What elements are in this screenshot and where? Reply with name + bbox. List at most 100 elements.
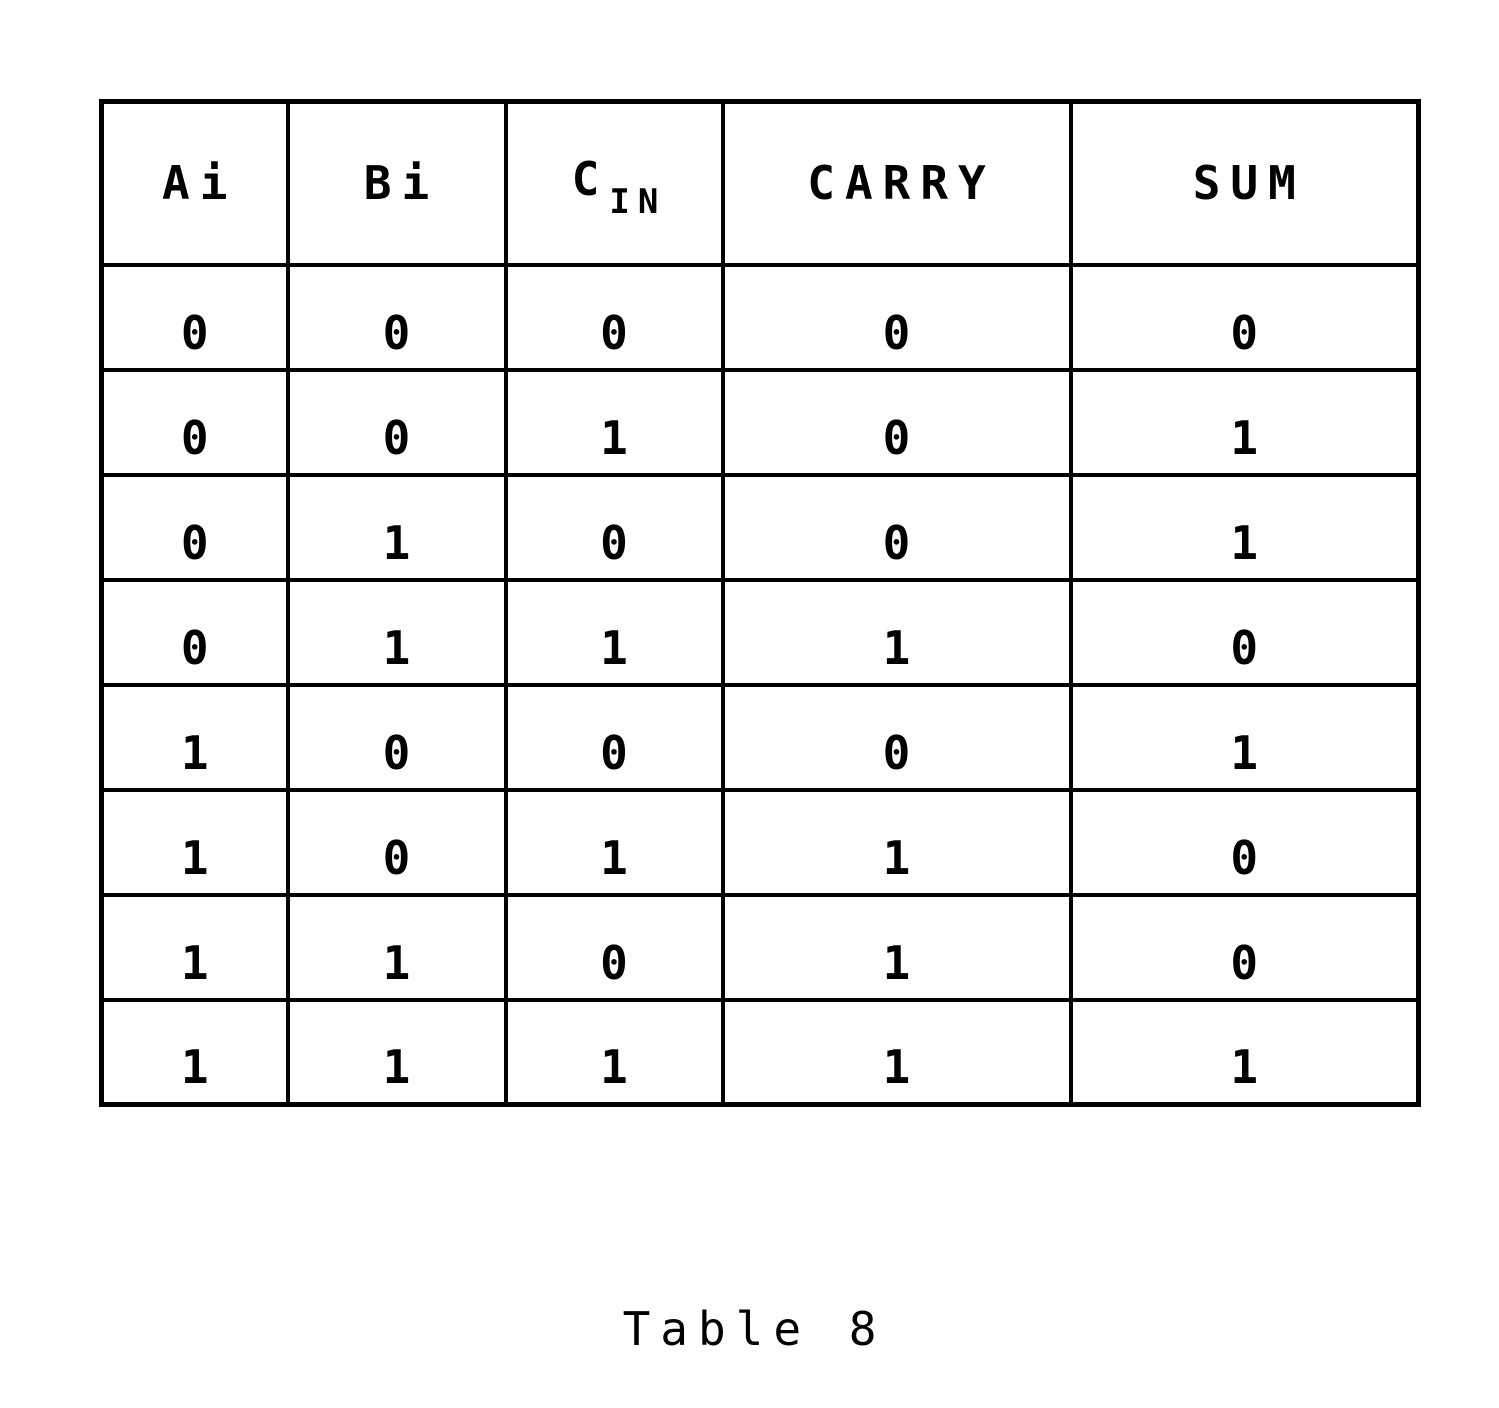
cell-value: 0 [382,830,411,885]
column-header-sum-label: SUM [1192,156,1306,211]
table-row: 1 1 0 1 0 [99,892,1421,1002]
cell-value: 1 [180,935,209,990]
cell-value: 0 [882,305,911,360]
cell-value: 1 [180,1040,209,1094]
cell-value: 1 [180,830,209,885]
column-header-cin: CIN [503,99,725,267]
column-header-bi-label: Bi [363,156,440,211]
cell-value: 1 [1230,410,1259,465]
cell-value: 1 [1230,515,1259,570]
column-header-cin-subscript: IN [609,181,667,222]
cell-ai: 0 [99,367,290,477]
cell-value: 1 [882,935,911,990]
cell-ai: 0 [99,472,290,582]
truth-table: Ai Bi CIN CARRY SUM 0 0 0 0 0 0 0 1 0 1 … [99,99,1421,1107]
cell-sum: 1 [1068,682,1421,792]
cell-sum: 1 [1068,997,1421,1107]
cell-carry: 0 [720,367,1073,477]
cell-ai: 1 [99,997,290,1107]
cell-carry: 0 [720,472,1073,582]
cell-value: 1 [882,830,911,885]
cell-value: 0 [600,305,628,360]
cell-value: 1 [382,1040,411,1094]
cell-value: 0 [1230,305,1259,360]
column-header-bi: Bi [285,99,508,267]
cell-sum: 1 [1068,367,1421,477]
table-row: 1 0 1 1 0 [99,787,1421,897]
cell-ai: 1 [99,787,290,897]
cell-carry: 1 [720,577,1073,687]
cell-carry: 1 [720,892,1073,1002]
cell-value: 0 [882,515,911,570]
cell-value: 0 [600,725,628,780]
cell-value: 1 [600,1040,628,1094]
cell-sum: 0 [1068,892,1421,1002]
table-row: 0 1 0 0 1 [99,472,1421,582]
cell-bi: 1 [285,577,508,687]
cell-bi: 1 [285,997,508,1107]
cell-value: 0 [882,725,911,780]
cell-sum: 1 [1068,472,1421,582]
cell-bi: 1 [285,472,508,582]
cell-bi: 0 [285,682,508,792]
cell-value: 1 [600,830,628,885]
cell-value: 0 [382,305,411,360]
cell-bi: 0 [285,262,508,372]
cell-ai: 1 [99,682,290,792]
cell-carry: 0 [720,262,1073,372]
cell-value: 1 [382,515,411,570]
column-header-cin-label: C [571,151,610,206]
cell-bi: 0 [285,367,508,477]
cell-value: 1 [180,725,209,780]
cell-cin: 0 [503,472,725,582]
cell-cin: 1 [503,787,725,897]
table-header: Ai Bi CIN CARRY SUM [99,99,1421,267]
cell-cin: 0 [503,892,725,1002]
cell-value: 0 [382,725,411,780]
table-row: 0 0 0 0 0 [99,262,1421,372]
cell-value: 0 [180,305,209,360]
cell-carry: 0 [720,682,1073,792]
table-row: 1 0 0 0 1 [99,682,1421,792]
table-row: 0 1 1 1 0 [99,577,1421,687]
cell-ai: 1 [99,892,290,1002]
table-body: 0 0 0 0 0 0 0 1 0 1 0 1 0 0 1 0 1 1 1 0 … [99,262,1421,1107]
cell-value: 0 [882,410,911,465]
cell-value: 0 [180,410,209,465]
cell-value: 0 [1230,620,1259,675]
cell-cin: 0 [503,682,725,792]
cell-value: 0 [382,410,411,465]
cell-value: 1 [600,620,628,675]
column-header-ai: Ai [99,99,290,267]
cell-value: 1 [882,620,911,675]
cell-cin: 1 [503,997,725,1107]
cell-cin: 1 [503,367,725,477]
cell-bi: 0 [285,787,508,897]
cell-value: 1 [1230,1040,1259,1094]
cell-sum: 0 [1068,262,1421,372]
cell-ai: 0 [99,577,290,687]
table-header-row: Ai Bi CIN CARRY SUM [99,99,1421,267]
column-header-ai-label: Ai [162,156,238,211]
cell-value: 0 [180,620,209,675]
cell-value: 1 [882,1040,911,1094]
table-row: 1 1 1 1 1 [99,997,1421,1107]
cell-carry: 1 [720,997,1073,1107]
cell-value: 1 [382,620,411,675]
cell-value: 0 [1230,830,1259,885]
cell-cin: 1 [503,577,725,687]
cell-value: 0 [600,515,628,570]
cell-carry: 1 [720,787,1073,897]
cell-cin: 0 [503,262,725,372]
document-page: Ai Bi CIN CARRY SUM 0 0 0 0 0 0 0 1 0 1 … [0,0,1499,1408]
cell-bi: 1 [285,892,508,1002]
cell-value: 1 [382,935,411,990]
cell-value: 1 [600,410,628,465]
cell-value: 0 [180,515,209,570]
cell-sum: 0 [1068,787,1421,897]
cell-value: 1 [1230,725,1259,780]
column-header-sum: SUM [1068,99,1421,267]
cell-sum: 0 [1068,577,1421,687]
table-row: 0 0 1 0 1 [99,367,1421,477]
column-header-carry-label: CARRY [807,156,996,211]
